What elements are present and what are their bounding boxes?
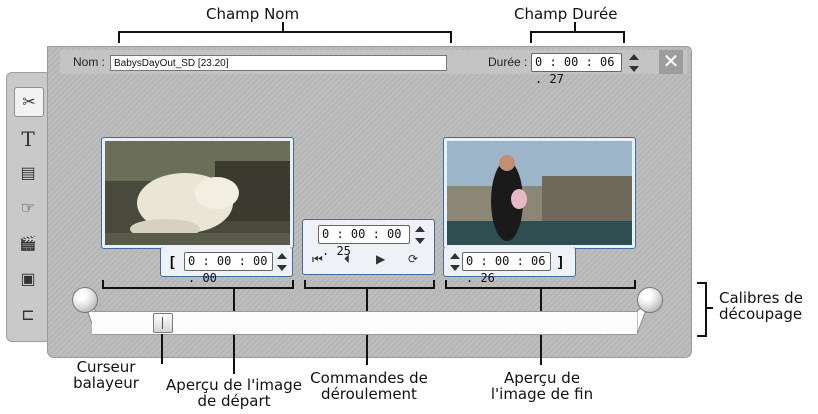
go-to-start-icon[interactable]: ⏮	[312, 252, 323, 267]
callout-calibres: Calibres de découpage	[719, 289, 803, 323]
end-time-spinner[interactable]	[449, 252, 460, 272]
duration-label: Durée :	[488, 55, 528, 69]
name-label: Nom :	[73, 55, 106, 69]
start-frame-preview	[101, 137, 294, 249]
close-icon[interactable]: ✕	[659, 50, 683, 74]
clapper-icon[interactable]: 🎬	[14, 229, 42, 257]
end-time-field[interactable]: 0 : 00 : 06 . 26	[462, 252, 551, 285]
bracket-apercu-depart	[102, 280, 294, 289]
audio-icon[interactable]: ⊏	[14, 301, 42, 329]
bracket-champ-duree-stem	[574, 22, 576, 32]
frame-icon[interactable]: ▣	[14, 265, 42, 293]
out-bracket-label: ]	[558, 253, 563, 269]
spin-up-icon[interactable]	[450, 253, 460, 259]
scrub-track[interactable]	[92, 311, 637, 335]
loop-icon[interactable]: ⟳	[408, 252, 418, 266]
bracket-apercu-fin	[445, 280, 636, 289]
stem-curseur	[161, 334, 163, 364]
trim-out-caliper[interactable]	[637, 287, 663, 313]
name-field[interactable]: BabysDayOut_SD [23.20]	[110, 55, 447, 71]
callout-curseur: Curseur balayeur	[73, 358, 139, 392]
spin-down-icon[interactable]	[450, 265, 460, 271]
callout-champ-duree: Champ Durée	[514, 5, 618, 23]
tool-sidebar: ✂ T ▤ ☞ 🎬 ▣ ⊏	[6, 72, 50, 342]
duration-spinner[interactable]	[628, 53, 639, 73]
trim-in-caliper[interactable]	[72, 287, 98, 313]
spin-up-icon[interactable]	[415, 226, 425, 232]
stem-calibres	[705, 307, 713, 309]
step-back-icon[interactable]: ⏴	[344, 252, 350, 267]
spin-down-icon[interactable]	[629, 66, 639, 72]
callout-champ-nom: Champ Nom	[206, 5, 300, 23]
spin-up-icon[interactable]	[277, 253, 287, 259]
start-time-spinner[interactable]	[276, 252, 287, 272]
spin-down-icon[interactable]	[277, 265, 287, 271]
touch-icon[interactable]: ☞	[14, 194, 42, 222]
duration-field[interactable]: 0 : 00 : 06 . 27	[531, 53, 622, 86]
polar-bear-image	[105, 141, 290, 245]
in-bracket-label: [	[170, 253, 175, 269]
spin-down-icon[interactable]	[415, 238, 425, 244]
scrubber-handle[interactable]	[153, 313, 173, 333]
play-icon[interactable]: ▶	[376, 252, 385, 266]
callout-apercu-fin: Aperçu de l'image de fin	[490, 369, 594, 403]
spin-up-icon[interactable]	[629, 54, 639, 60]
bracket-commandes	[304, 280, 435, 289]
transport-time-field[interactable]: 0 : 00 : 00 . 25	[318, 225, 410, 258]
transport-spinner[interactable]	[414, 225, 425, 245]
bracket-champ-nom	[118, 31, 452, 43]
start-time-field[interactable]: 0 : 00 : 00 . 00	[184, 252, 273, 285]
end-frame-image	[447, 141, 632, 245]
title-icon[interactable]: T	[14, 125, 42, 153]
bracket-champ-nom-stem	[282, 22, 284, 32]
bracket-champ-duree	[530, 31, 625, 43]
bracket-calibres	[697, 282, 707, 337]
disc-menu-icon[interactable]: ▤	[14, 159, 42, 187]
callout-commandes: Commandes de déroulement	[310, 369, 428, 403]
end-frame-preview	[443, 137, 636, 249]
video-edit-icon[interactable]: ✂	[14, 87, 44, 117]
